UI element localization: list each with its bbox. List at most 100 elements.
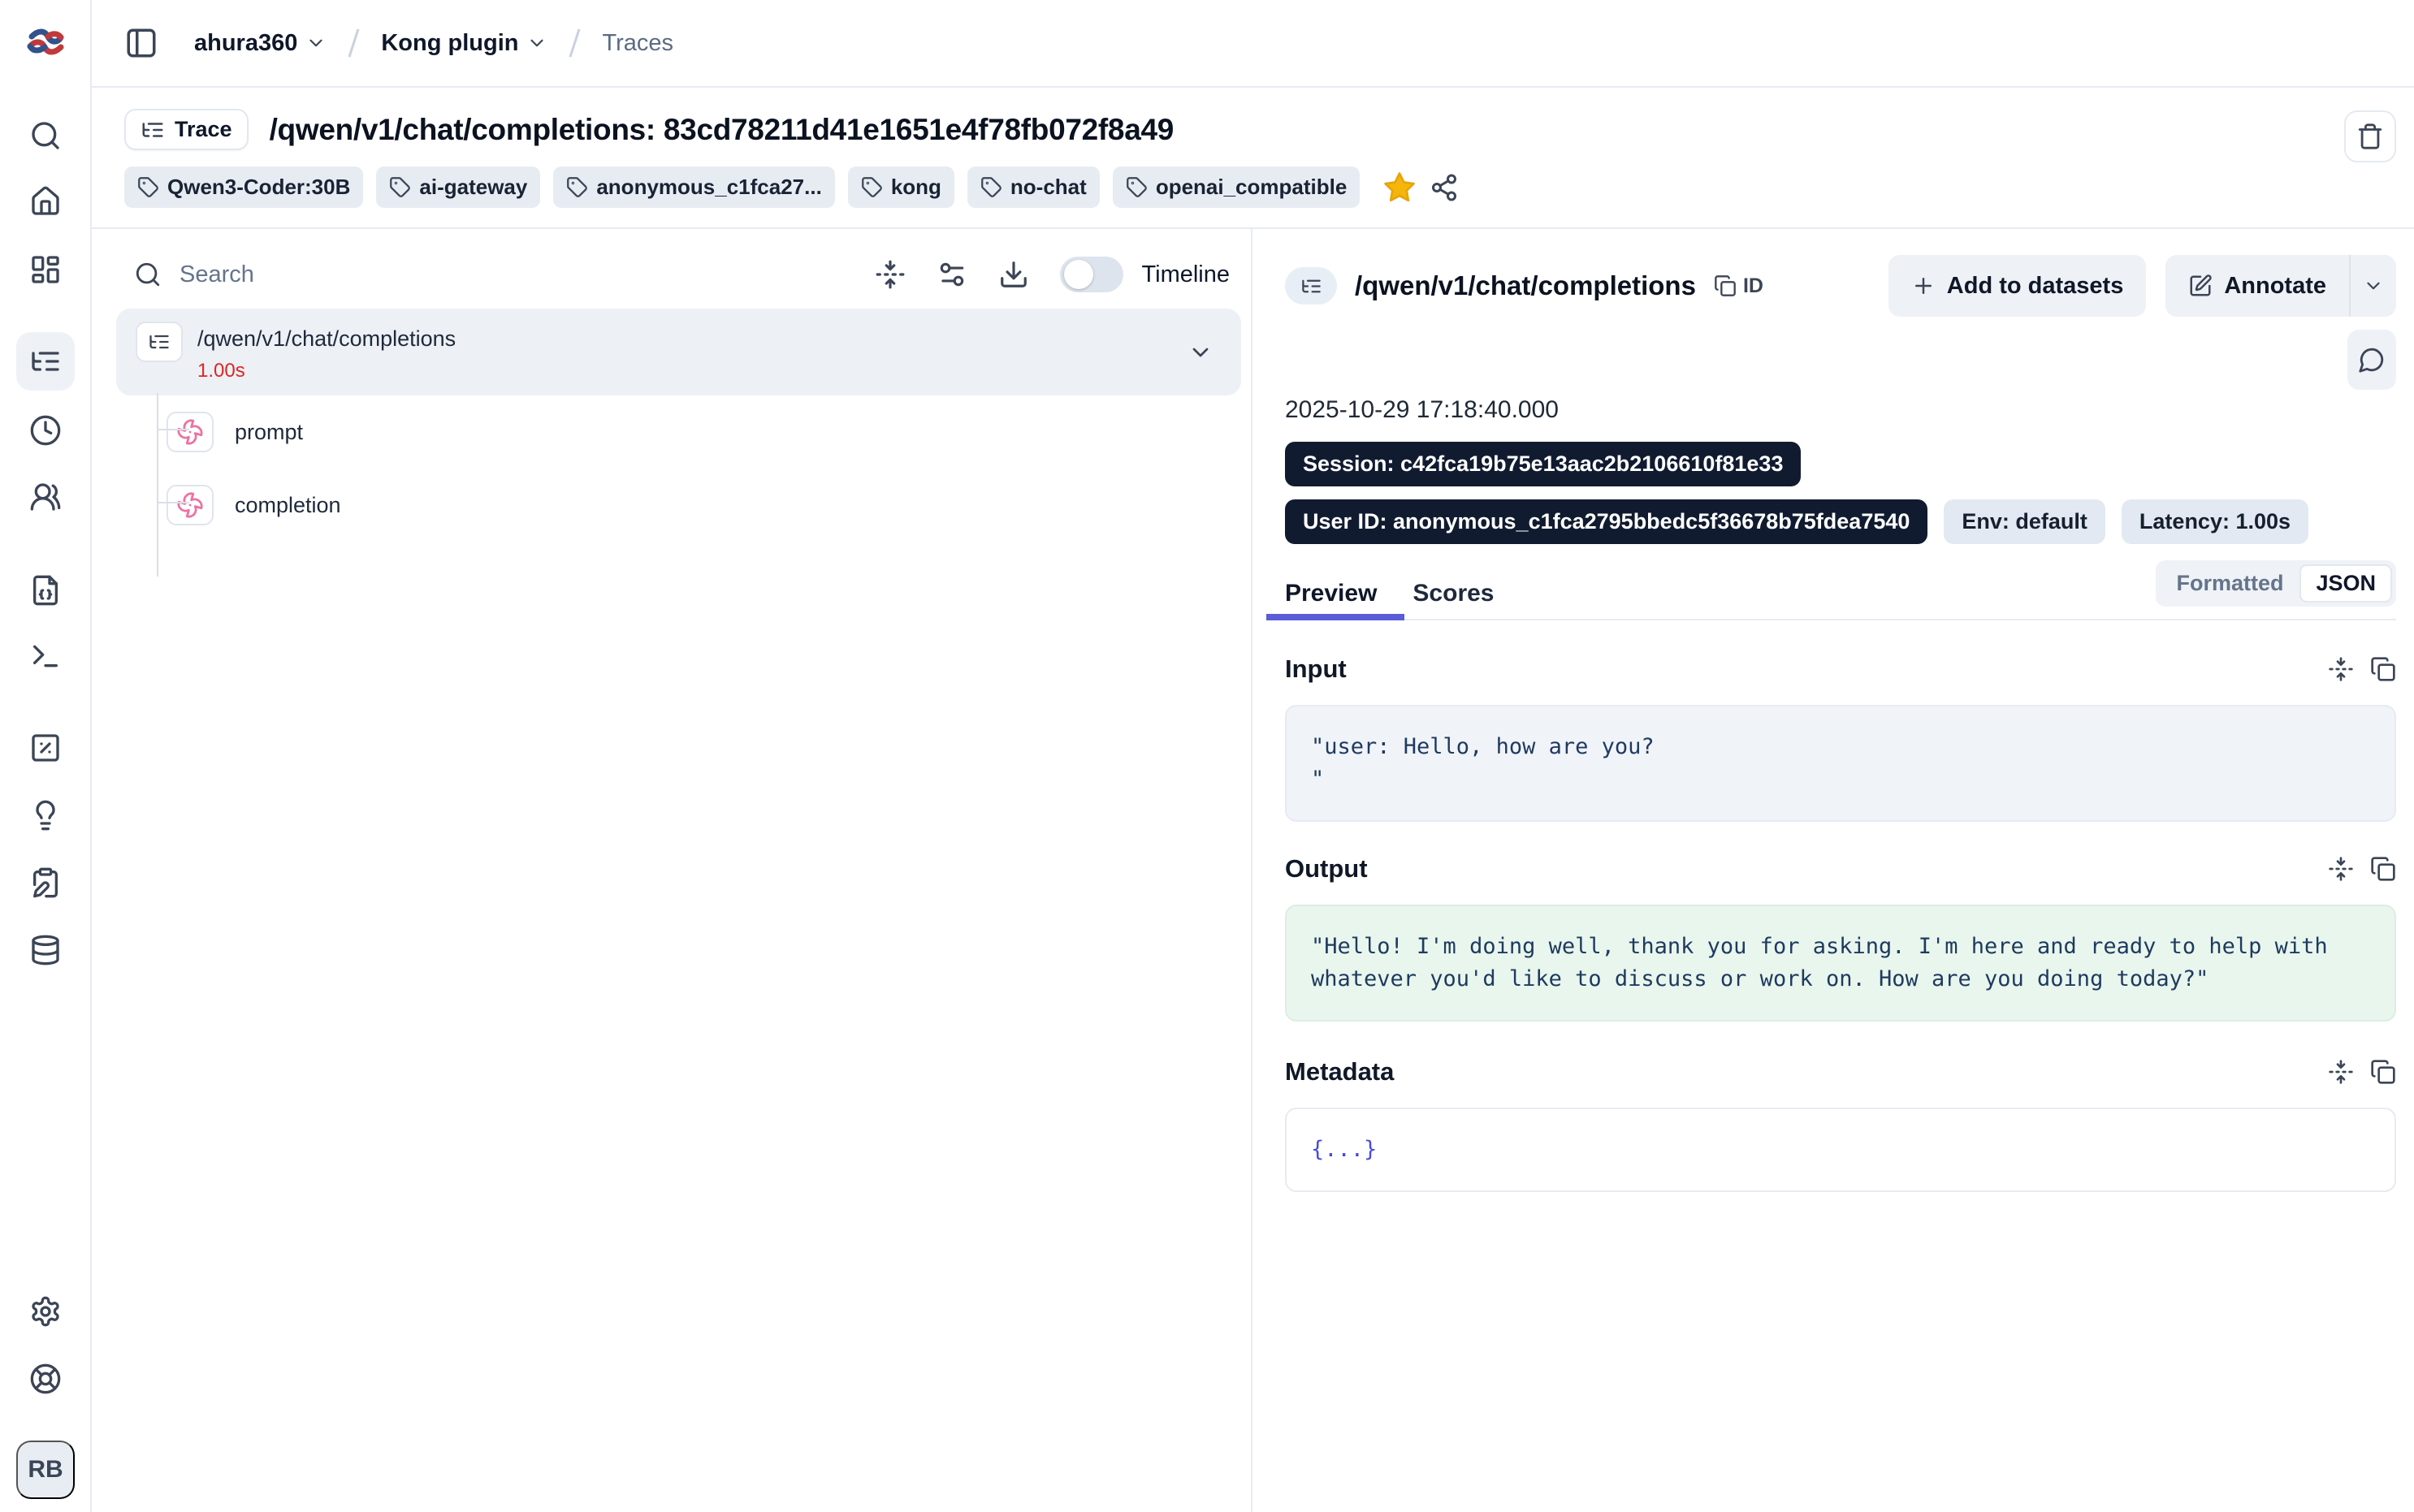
- observation-badge: [167, 485, 214, 525]
- tag-icon: [137, 176, 159, 198]
- output-section-title: Output: [1285, 854, 1368, 883]
- metadata-copy-button[interactable]: [2370, 1059, 2396, 1085]
- share-button[interactable]: [1430, 173, 1459, 202]
- tree-connector: [157, 393, 158, 577]
- chevron-down-icon: [2363, 275, 2384, 296]
- users-icon: [29, 481, 62, 513]
- clipboard-pen-icon: [29, 866, 62, 899]
- annotate-menu-button[interactable]: [2349, 255, 2396, 317]
- sidebar-item-prompts[interactable]: [16, 561, 75, 620]
- tag-pill[interactable]: ai-gateway: [376, 166, 540, 208]
- tag-pill[interactable]: anonymous_c1fca27...: [553, 166, 834, 208]
- add-to-datasets-button[interactable]: Add to datasets: [1888, 255, 2147, 317]
- output-collapse-button[interactable]: [2328, 856, 2354, 882]
- view-json-option[interactable]: JSON: [2299, 564, 2392, 603]
- breadcrumb-section-traces[interactable]: Traces: [602, 30, 673, 57]
- list-tree-icon: [29, 345, 62, 378]
- input-copy-button[interactable]: [2370, 656, 2396, 682]
- main-area: ahura360 Kong plugin Traces Trace /qwen/…: [92, 0, 2414, 1512]
- tree-node-prompt[interactable]: prompt: [167, 395, 1241, 469]
- sidebar-item-scores[interactable]: [16, 719, 75, 777]
- sidebar-item-search[interactable]: [16, 106, 75, 165]
- sidebar-item-support[interactable]: [16, 1350, 75, 1408]
- tree-node-name: /qwen/v1/chat/completions: [197, 322, 456, 352]
- dashboard-icon: [29, 253, 62, 286]
- trace-title: /qwen/v1/chat/completions: 83cd78211d41e…: [270, 113, 1174, 147]
- tree-node-root[interactable]: /qwen/v1/chat/completions 1.00s: [116, 309, 1241, 395]
- chevron-down-icon: [1188, 339, 1213, 365]
- annotate-button[interactable]: Annotate: [2165, 255, 2349, 317]
- list-tree-icon: [148, 330, 171, 353]
- logo-icon: [27, 27, 64, 58]
- app-logo[interactable]: [16, 13, 75, 71]
- tag-label: anonymous_c1fca27...: [596, 175, 821, 200]
- sidebar-item-users[interactable]: [16, 468, 75, 526]
- tag-pill[interactable]: kong: [848, 166, 954, 208]
- file-json-icon: [29, 574, 62, 607]
- tag-label: ai-gateway: [419, 175, 527, 200]
- view-mode-toggle: Formatted JSON: [2156, 560, 2396, 607]
- message-circle-icon: [2358, 346, 2386, 374]
- bookmark-star-button[interactable]: [1382, 171, 1417, 205]
- trace-tree-panel: Timeline /qwen/v1/chat/completions 1.00s: [92, 229, 1252, 1512]
- sidebar-item-sessions[interactable]: [16, 401, 75, 460]
- download-button[interactable]: [998, 259, 1029, 290]
- tag-label: kong: [891, 175, 941, 200]
- breadcrumb-org-label: ahura360: [194, 30, 297, 57]
- input-collapse-button[interactable]: [2328, 656, 2354, 682]
- delete-trace-button[interactable]: [2344, 110, 2396, 162]
- tag-pill[interactable]: openai_compatible: [1113, 166, 1361, 208]
- search-icon: [134, 261, 162, 288]
- output-copy-button[interactable]: [2370, 856, 2396, 882]
- collapse-all-button[interactable]: [875, 259, 906, 290]
- tag-icon: [566, 176, 588, 198]
- add-to-datasets-label: Add to datasets: [1947, 273, 2124, 300]
- sidebar-item-evals[interactable]: [16, 786, 75, 845]
- user-id-badge[interactable]: User ID: anonymous_c1fca2795bbedc5f36678…: [1285, 499, 1927, 544]
- session-badge[interactable]: Session: c42fca19b75e13aac2b2106610f81e3…: [1285, 442, 1801, 486]
- tag-label: openai_compatible: [1156, 175, 1348, 200]
- sidebar-item-playground[interactable]: [16, 627, 75, 685]
- collapse-node-button[interactable]: [1188, 339, 1213, 365]
- panel-left-icon: [124, 26, 158, 60]
- sidebar-item-datasets[interactable]: [16, 921, 75, 979]
- list-tree-icon: [141, 118, 165, 142]
- breadcrumb-project[interactable]: Kong plugin: [381, 30, 547, 57]
- tree-node-name: prompt: [235, 420, 303, 445]
- metadata-content[interactable]: {...}: [1285, 1108, 2396, 1192]
- copy-icon: [2370, 856, 2396, 882]
- fan-icon: [176, 491, 204, 519]
- output-content: "Hello! I'm doing well, thank you for as…: [1285, 905, 2396, 1022]
- comments-button[interactable]: [2347, 330, 2396, 390]
- tab-preview[interactable]: Preview: [1285, 568, 1377, 619]
- view-formatted-option[interactable]: Formatted: [2160, 564, 2299, 603]
- input-content: "user: Hello, how are you? ": [1285, 705, 2396, 822]
- sidebar-item-settings[interactable]: [16, 1282, 75, 1341]
- sidebar-item-annotation[interactable]: [16, 853, 75, 912]
- sidebar-item-tracing[interactable]: [16, 332, 75, 391]
- tag-icon: [861, 176, 883, 198]
- tag-label: Qwen3-Coder:30B: [167, 175, 350, 200]
- home-icon: [29, 185, 62, 218]
- tag-pill[interactable]: Qwen3-Coder:30B: [124, 166, 363, 208]
- input-section-title: Input: [1285, 654, 1347, 684]
- metadata-collapse-button[interactable]: [2328, 1059, 2354, 1085]
- tree-connector: [157, 502, 189, 503]
- toggle-knob: [1064, 260, 1093, 289]
- user-avatar[interactable]: RB: [16, 1441, 75, 1499]
- tree-settings-button[interactable]: [937, 259, 967, 290]
- sidebar-item-dashboards[interactable]: [16, 240, 75, 299]
- tree-node-completion[interactable]: completion: [167, 469, 1241, 542]
- copy-id-button[interactable]: ID: [1714, 274, 1763, 298]
- lightbulb-icon: [29, 799, 62, 832]
- tree-search-input[interactable]: [180, 261, 844, 288]
- fan-icon: [176, 418, 204, 446]
- breadcrumb-separator: [569, 28, 581, 57]
- panel-left-toggle[interactable]: [124, 26, 158, 60]
- fold-vertical-icon: [875, 259, 906, 290]
- timeline-toggle[interactable]: [1060, 257, 1123, 292]
- tag-pill[interactable]: no-chat: [967, 166, 1100, 208]
- sidebar-item-home[interactable]: [16, 172, 75, 231]
- tab-scores[interactable]: Scores: [1412, 568, 1494, 619]
- breadcrumb-org[interactable]: ahura360: [194, 30, 327, 57]
